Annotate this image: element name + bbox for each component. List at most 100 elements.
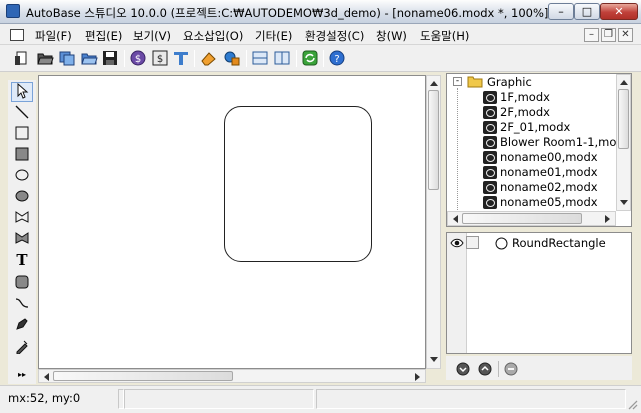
tree-scroll-thumb[interactable] xyxy=(618,89,629,149)
model-file-icon xyxy=(483,181,497,194)
menu-etc[interactable]: 기타(E) xyxy=(255,28,292,44)
filled-polygon-icon[interactable] xyxy=(11,230,33,250)
toolbar-separator xyxy=(498,361,499,377)
menu-view[interactable]: 보기(V) xyxy=(133,28,171,44)
canvas-horizontal-scrollbar[interactable] xyxy=(38,369,426,383)
menu-bar: 파일(F) 편집(E) 보기(V) 요소삽입(O) 기타(E) 환경설정(C) … xyxy=(0,24,641,45)
status-coordinates: mx:52, my:0 xyxy=(8,391,81,405)
tree-vertical-scrollbar[interactable] xyxy=(616,74,631,211)
layer-list-panel: RoundRectangle xyxy=(446,232,632,354)
minimize-button[interactable]: – xyxy=(548,3,574,20)
svg-text:$: $ xyxy=(135,54,141,65)
mdi-restore-button[interactable]: ❐ xyxy=(601,28,616,42)
text-tool-icon[interactable]: T xyxy=(11,251,33,271)
scroll-left-arrow[interactable] xyxy=(44,373,49,381)
text-style-icon[interactable] xyxy=(173,50,190,66)
tree-root-label[interactable]: Graphic xyxy=(487,75,532,89)
layer-label: RoundRectangle xyxy=(512,236,606,250)
vertical-scroll-thumb[interactable] xyxy=(428,90,439,190)
status-pane xyxy=(316,389,626,409)
save-icon[interactable] xyxy=(102,50,119,66)
scroll-right-arrow[interactable] xyxy=(415,373,420,381)
polygon-icon[interactable] xyxy=(11,209,33,229)
scroll-down-arrow[interactable] xyxy=(620,200,628,205)
move-up-icon[interactable] xyxy=(478,362,492,376)
filled-ellipse-icon[interactable] xyxy=(11,188,33,208)
scroll-up-arrow[interactable] xyxy=(430,81,438,86)
new-document-icon[interactable] xyxy=(14,50,31,66)
menu-file[interactable]: 파일(F) xyxy=(35,28,72,44)
ellipse-icon[interactable] xyxy=(11,167,33,187)
scroll-down-arrow[interactable] xyxy=(430,357,438,362)
horizontal-scroll-thumb[interactable] xyxy=(53,371,233,381)
close-button[interactable]: ✕ xyxy=(600,3,638,20)
scroll-up-arrow[interactable] xyxy=(620,80,628,85)
model-file-icon xyxy=(483,106,497,119)
menu-window[interactable]: 창(W) xyxy=(376,28,407,44)
rounded-rectangle-icon[interactable] xyxy=(11,274,33,294)
remove-layer-icon[interactable] xyxy=(504,362,518,376)
document-icon[interactable] xyxy=(10,29,24,41)
toolbar-separator xyxy=(323,50,324,67)
layer-row[interactable]: RoundRectangle xyxy=(447,235,631,251)
dollar-script-icon[interactable]: $ xyxy=(130,50,147,66)
filled-rectangle-icon[interactable] xyxy=(11,146,33,166)
curve-icon[interactable] xyxy=(11,295,33,315)
component-icon[interactable] xyxy=(224,50,241,66)
mdi-minimize-button[interactable]: – xyxy=(584,28,599,42)
tree-collapse-toggle[interactable]: - xyxy=(453,77,462,86)
toolbar-separator xyxy=(296,50,297,67)
drawing-canvas[interactable] xyxy=(38,75,426,369)
line-icon[interactable] xyxy=(11,104,33,124)
help-icon[interactable]: ? xyxy=(329,50,346,66)
save-copy-icon[interactable] xyxy=(59,50,76,66)
eyedropper-icon[interactable] xyxy=(11,338,33,358)
move-down-icon[interactable] xyxy=(456,362,470,376)
dollar-variable-icon[interactable]: $ xyxy=(152,50,169,66)
tool-palette: T ▸▸ xyxy=(8,80,36,384)
tree-horizontal-scrollbar[interactable] xyxy=(447,211,616,226)
model-file-icon xyxy=(483,166,497,179)
resize-grip-icon[interactable] xyxy=(626,398,638,410)
round-rectangle-layer-icon xyxy=(495,237,508,250)
palette-more-button[interactable]: ▸▸ xyxy=(11,366,33,386)
model-file-icon xyxy=(483,91,497,104)
scroll-left-arrow[interactable] xyxy=(453,215,458,223)
rectangle-icon[interactable] xyxy=(11,125,33,145)
canvas-vertical-scrollbar[interactable] xyxy=(426,75,441,369)
svg-text:?: ? xyxy=(334,54,339,65)
maximize-button[interactable]: □ xyxy=(574,3,600,20)
menu-help[interactable]: 도움말(H) xyxy=(420,28,469,44)
select-arrow-icon[interactable] xyxy=(11,82,33,102)
title-bar: AutoBase 스튜디오 10.0.0 (프로젝트:C:₩AUTODEMO₩3… xyxy=(0,0,641,24)
split-vertical-icon[interactable] xyxy=(274,50,291,66)
toolbar-separator xyxy=(194,50,195,67)
toolbar-separator xyxy=(246,50,247,67)
open-project-icon[interactable] xyxy=(81,50,98,66)
status-pane xyxy=(124,389,314,409)
toolbar: $ $ ? xyxy=(0,45,641,72)
app-icon xyxy=(6,4,20,18)
layer-lock-checkbox[interactable] xyxy=(466,236,479,249)
refresh-icon[interactable] xyxy=(302,50,319,66)
model-file-icon xyxy=(483,196,497,209)
model-file-icon xyxy=(483,136,497,149)
pen-icon[interactable] xyxy=(11,316,33,336)
scroll-right-arrow[interactable] xyxy=(605,215,610,223)
split-horizontal-icon[interactable] xyxy=(252,50,269,66)
tree-h-scroll-thumb[interactable] xyxy=(462,213,582,224)
round-rectangle-shape[interactable] xyxy=(224,106,372,262)
eye-visibility-icon[interactable] xyxy=(450,237,464,249)
toolbar-separator xyxy=(124,50,125,67)
eraser-icon[interactable] xyxy=(200,50,217,66)
model-file-icon xyxy=(483,151,497,164)
menu-insert[interactable]: 요소삽입(O) xyxy=(183,28,243,44)
menu-edit[interactable]: 편집(E) xyxy=(85,28,122,44)
folder-icon xyxy=(467,76,483,88)
window-title: AutoBase 스튜디오 10.0.0 (프로젝트:C:₩AUTODEMO₩3… xyxy=(26,6,549,20)
tree-guide-line xyxy=(457,88,458,210)
menu-settings[interactable]: 환경설정(C) xyxy=(305,28,364,44)
mdi-close-button[interactable]: ✕ xyxy=(618,28,633,42)
model-file-icon xyxy=(483,121,497,134)
open-folder-icon[interactable] xyxy=(37,50,54,66)
